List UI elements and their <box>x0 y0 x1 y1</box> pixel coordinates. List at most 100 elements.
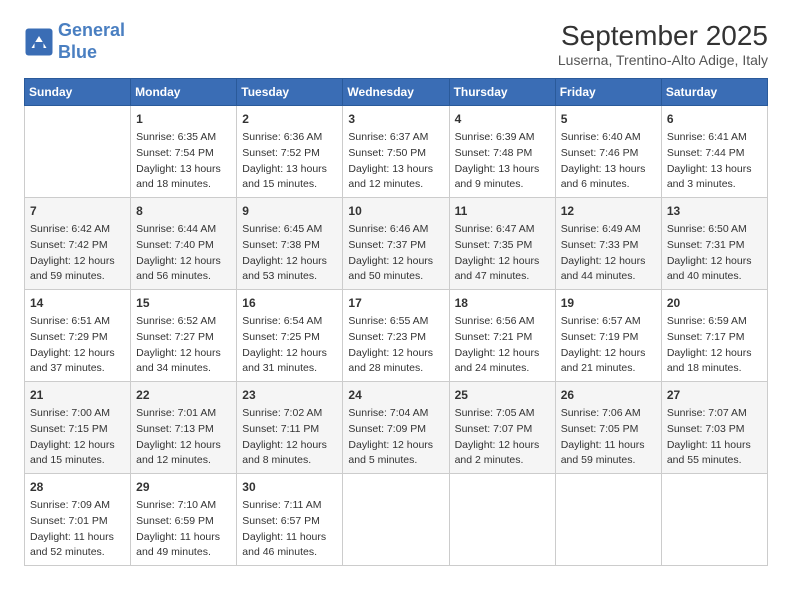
day-number: 26 <box>561 386 656 404</box>
cell-info: Sunrise: 7:07 AM <box>667 406 762 422</box>
header-monday: Monday <box>131 79 237 106</box>
cell-info: and 3 minutes. <box>667 177 762 193</box>
cell-info: Sunset: 7:05 PM <box>561 422 656 438</box>
calendar-week-row: 28Sunrise: 7:09 AMSunset: 7:01 PMDayligh… <box>25 474 768 566</box>
cell-info: Daylight: 12 hours <box>561 254 656 270</box>
logo-icon <box>24 27 54 57</box>
cell-info: Sunset: 7:15 PM <box>30 422 125 438</box>
calendar-table: SundayMondayTuesdayWednesdayThursdayFrid… <box>24 78 768 566</box>
calendar-week-row: 21Sunrise: 7:00 AMSunset: 7:15 PMDayligh… <box>25 382 768 474</box>
calendar-cell: 10Sunrise: 6:46 AMSunset: 7:37 PMDayligh… <box>343 198 449 290</box>
title-block: September 2025 Luserna, Trentino-Alto Ad… <box>558 20 768 68</box>
cell-info: Daylight: 12 hours <box>136 438 231 454</box>
cell-info: Sunrise: 7:04 AM <box>348 406 443 422</box>
cell-info: Daylight: 12 hours <box>455 254 550 270</box>
cell-info: Sunrise: 6:39 AM <box>455 130 550 146</box>
calendar-cell: 11Sunrise: 6:47 AMSunset: 7:35 PMDayligh… <box>449 198 555 290</box>
cell-info: and 28 minutes. <box>348 361 443 377</box>
cell-info: Sunrise: 6:40 AM <box>561 130 656 146</box>
cell-info: and 15 minutes. <box>242 177 337 193</box>
day-number: 20 <box>667 294 762 312</box>
page-title: September 2025 <box>558 20 768 52</box>
day-number: 18 <box>455 294 550 312</box>
cell-info: Sunrise: 7:06 AM <box>561 406 656 422</box>
calendar-cell: 23Sunrise: 7:02 AMSunset: 7:11 PMDayligh… <box>237 382 343 474</box>
cell-info: Daylight: 12 hours <box>242 254 337 270</box>
cell-info: Sunset: 7:38 PM <box>242 238 337 254</box>
calendar-cell: 1Sunrise: 6:35 AMSunset: 7:54 PMDaylight… <box>131 106 237 198</box>
cell-info: Daylight: 12 hours <box>30 438 125 454</box>
header-sunday: Sunday <box>25 79 131 106</box>
header-thursday: Thursday <box>449 79 555 106</box>
logo: General Blue <box>24 20 125 63</box>
cell-info: Sunset: 7:27 PM <box>136 330 231 346</box>
cell-info: Sunrise: 7:09 AM <box>30 498 125 514</box>
cell-info: Sunset: 7:50 PM <box>348 146 443 162</box>
cell-info: Sunrise: 6:45 AM <box>242 222 337 238</box>
cell-info: and 21 minutes. <box>561 361 656 377</box>
cell-info: Sunrise: 7:11 AM <box>242 498 337 514</box>
cell-info: Daylight: 12 hours <box>455 346 550 362</box>
calendar-week-row: 14Sunrise: 6:51 AMSunset: 7:29 PMDayligh… <box>25 290 768 382</box>
cell-info: and 2 minutes. <box>455 453 550 469</box>
calendar-cell: 29Sunrise: 7:10 AMSunset: 6:59 PMDayligh… <box>131 474 237 566</box>
calendar-cell: 27Sunrise: 7:07 AMSunset: 7:03 PMDayligh… <box>661 382 767 474</box>
day-number: 12 <box>561 202 656 220</box>
calendar-cell: 20Sunrise: 6:59 AMSunset: 7:17 PMDayligh… <box>661 290 767 382</box>
cell-info: Sunrise: 6:46 AM <box>348 222 443 238</box>
cell-info: and 18 minutes. <box>136 177 231 193</box>
day-number: 21 <box>30 386 125 404</box>
calendar-cell <box>449 474 555 566</box>
day-number: 2 <box>242 110 337 128</box>
cell-info: and 46 minutes. <box>242 545 337 561</box>
page-subtitle: Luserna, Trentino-Alto Adige, Italy <box>558 52 768 68</box>
cell-info: and 15 minutes. <box>30 453 125 469</box>
cell-info: Sunset: 7:44 PM <box>667 146 762 162</box>
cell-info: Sunrise: 6:57 AM <box>561 314 656 330</box>
header-saturday: Saturday <box>661 79 767 106</box>
cell-info: and 55 minutes. <box>667 453 762 469</box>
day-number: 5 <box>561 110 656 128</box>
calendar-cell: 24Sunrise: 7:04 AMSunset: 7:09 PMDayligh… <box>343 382 449 474</box>
calendar-cell: 9 Sunrise: 6:45 AMSunset: 7:38 PMDaylight… <box>237 198 343 290</box>
calendar-cell: 22Sunrise: 7:01 AMSunset: 7:13 PMDayligh… <box>131 382 237 474</box>
cell-info: Sunrise: 6:49 AM <box>561 222 656 238</box>
calendar-cell: 16Sunrise: 6:54 AMSunset: 7:25 PMDayligh… <box>237 290 343 382</box>
cell-info: Sunset: 7:17 PM <box>667 330 762 346</box>
cell-info: Sunset: 7:13 PM <box>136 422 231 438</box>
cell-info: and 56 minutes. <box>136 269 231 285</box>
cell-info: Daylight: 13 hours <box>136 162 231 178</box>
cell-info: and 31 minutes. <box>242 361 337 377</box>
cell-info: Sunset: 7:40 PM <box>136 238 231 254</box>
cell-info: Sunset: 7:48 PM <box>455 146 550 162</box>
calendar-cell: 7Sunrise: 6:42 AMSunset: 7:42 PMDaylight… <box>25 198 131 290</box>
cell-info: Sunset: 7:33 PM <box>561 238 656 254</box>
cell-info: Sunset: 7:42 PM <box>30 238 125 254</box>
cell-info: Daylight: 13 hours <box>348 162 443 178</box>
cell-info: Sunset: 6:57 PM <box>242 514 337 530</box>
cell-info: Sunset: 7:52 PM <box>242 146 337 162</box>
cell-info: Sunset: 7:54 PM <box>136 146 231 162</box>
cell-info: and 50 minutes. <box>348 269 443 285</box>
cell-info: Sunrise: 6:41 AM <box>667 130 762 146</box>
calendar-cell: 17Sunrise: 6:55 AMSunset: 7:23 PMDayligh… <box>343 290 449 382</box>
cell-info: and 34 minutes. <box>136 361 231 377</box>
cell-info: Sunset: 7:07 PM <box>455 422 550 438</box>
cell-info: Sunrise: 6:36 AM <box>242 130 337 146</box>
cell-info: and 37 minutes. <box>30 361 125 377</box>
cell-info: and 49 minutes. <box>136 545 231 561</box>
cell-info: and 12 minutes. <box>348 177 443 193</box>
day-number: 30 <box>242 478 337 496</box>
cell-info: Daylight: 12 hours <box>348 254 443 270</box>
day-number: 24 <box>348 386 443 404</box>
cell-info: Daylight: 12 hours <box>561 346 656 362</box>
logo-text: General Blue <box>58 20 125 63</box>
day-number: 9 <box>242 202 337 220</box>
calendar-cell: 4Sunrise: 6:39 AMSunset: 7:48 PMDaylight… <box>449 106 555 198</box>
cell-info: and 59 minutes. <box>30 269 125 285</box>
cell-info: Sunrise: 6:42 AM <box>30 222 125 238</box>
cell-info: and 47 minutes. <box>455 269 550 285</box>
cell-info: Daylight: 11 hours <box>667 438 762 454</box>
cell-info: Daylight: 13 hours <box>561 162 656 178</box>
cell-info: and 40 minutes. <box>667 269 762 285</box>
